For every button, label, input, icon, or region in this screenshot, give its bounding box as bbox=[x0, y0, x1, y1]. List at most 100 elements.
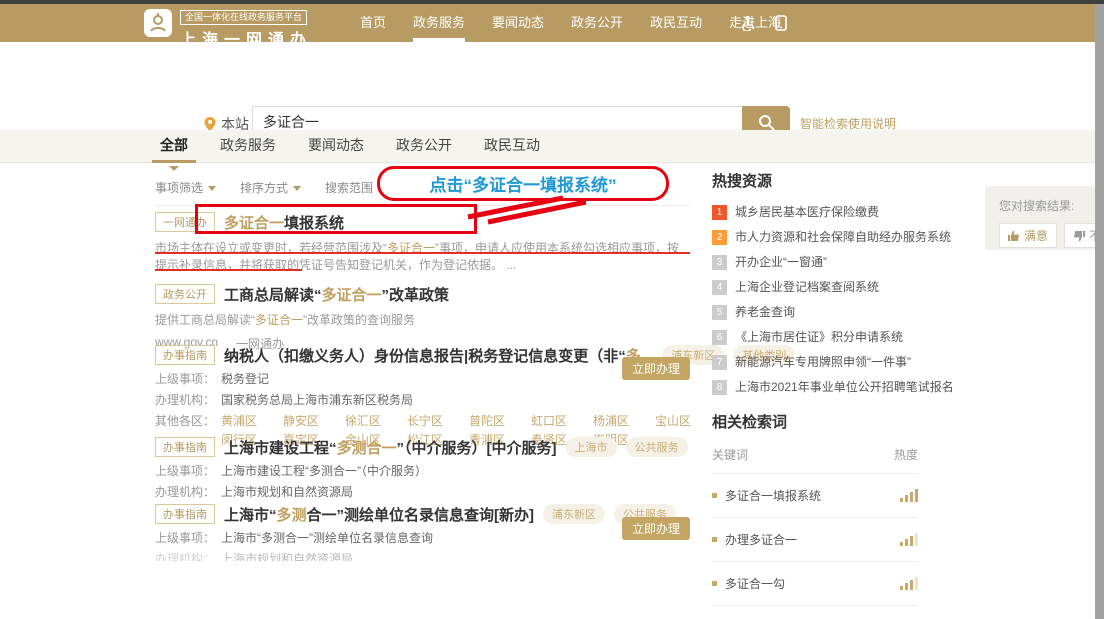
window-right-edge bbox=[1095, 4, 1104, 619]
rank-badge: 5 bbox=[712, 305, 727, 320]
district-link[interactable]: 长宁区 bbox=[407, 414, 469, 429]
district-link[interactable]: 普陀区 bbox=[469, 414, 531, 429]
title-highlight: 多测合一 bbox=[337, 440, 397, 457]
result-item-survey-directory: 办事指南 上海市“多测合一”测绘单位名录信息查询[新办] 浦东新区 公共服务 立… bbox=[155, 503, 690, 561]
mobile-icon[interactable] bbox=[775, 15, 787, 31]
nav-item-news[interactable]: 要闻动态 bbox=[492, 4, 544, 42]
filter-item-category[interactable]: 事项筛选 bbox=[155, 179, 216, 196]
handle-now-button[interactable]: 立即办理 bbox=[622, 357, 690, 380]
title-rest: ”（中介服务）[中介服务] bbox=[397, 440, 557, 457]
feedback-dislike-button[interactable]: 不满意 bbox=[1064, 223, 1096, 248]
result-tag[interactable]: 办事指南 bbox=[155, 345, 215, 365]
related-term-row[interactable]: 多证合一填报系统 bbox=[712, 474, 918, 518]
related-term-row[interactable]: 办理多证合一 bbox=[712, 518, 918, 562]
annotation-highlight-box bbox=[195, 204, 477, 234]
related-term-label: 办理多证合一 bbox=[725, 531, 797, 548]
district-link[interactable]: 虹口区 bbox=[531, 414, 593, 429]
related-term-row[interactable]: 多证合一勾 bbox=[712, 562, 918, 606]
result-title-link[interactable]: 工商总局解读“多证合一”改革政策 bbox=[224, 284, 449, 305]
rank-badge: 7 bbox=[712, 355, 727, 370]
title-rest: 上海市“ bbox=[224, 507, 277, 524]
feedback-prompt: 您对搜索结果: bbox=[999, 197, 1096, 214]
hot-resources-title: 热搜资源 bbox=[712, 170, 918, 191]
browser-viewport: 全国一体化在线政务服务平台 上海一网通办 首页 政务服务 要闻动态 政务公开 政… bbox=[0, 0, 1104, 619]
rank-badge: 1 bbox=[712, 205, 727, 220]
district-link[interactable]: 黄浦区 bbox=[221, 414, 283, 429]
district-link[interactable]: 徐汇区 bbox=[345, 414, 407, 429]
hot-resource-item[interactable]: 3 开办企业“一窗通” bbox=[712, 255, 918, 270]
hot-resource-label: 《上海市居住证》积分申请系统 bbox=[735, 330, 903, 345]
tab-interaction[interactable]: 政民互动 bbox=[484, 130, 540, 163]
related-terms-title: 相关检索词 bbox=[712, 411, 918, 432]
title-rest: 上海市建设工程“ bbox=[224, 440, 337, 457]
hot-resource-label: 新能源汽车专用牌照申领“一件事” bbox=[735, 355, 911, 370]
nav-item-home[interactable]: 首页 bbox=[360, 4, 386, 42]
district-links-row: 黄浦区 静安区 徐汇区 长宁区 普陀区 虹口区 杨浦区 宝山区 bbox=[221, 414, 717, 429]
result-category-tabs: 全部 政务服务 要闻动态 政务公开 政民互动 bbox=[0, 130, 1104, 163]
heat-bars-icon bbox=[900, 577, 918, 590]
nav-item-gov-services[interactable]: 政务服务 bbox=[413, 4, 465, 42]
hot-resource-item[interactable]: 6 《上海市居住证》积分申请系统 bbox=[712, 330, 918, 345]
site-title: 上海一网通办 bbox=[180, 26, 312, 50]
result-item-policy-interpretation: 政务公开 工商总局解读“多证合一”改革政策 提供工商总局解读“多证合一”改革政策… bbox=[155, 283, 690, 352]
agency-field-clipped: 办理机构： 上海市规划和自然资源局 bbox=[155, 552, 690, 561]
related-term-label: 多证合一填报系统 bbox=[725, 487, 821, 504]
heat-bars-icon bbox=[900, 533, 918, 546]
related-terms-header: 关键词 热度 bbox=[712, 446, 918, 474]
annotation-underline bbox=[155, 252, 690, 254]
result-title-link[interactable]: 上海市“多测合一”测绘单位名录信息查询[新办] bbox=[224, 504, 534, 525]
filter-sort-order[interactable]: 排序方式 bbox=[240, 179, 301, 196]
result-title-link[interactable]: 纳税人（扣缴义务人）身份信息报告|税务登记信息变更（非“多... bbox=[224, 345, 653, 366]
hot-resource-item[interactable]: 2 市人力资源和社会保障自助经办服务系统 bbox=[712, 230, 918, 245]
filter-label: 事项筛选 bbox=[155, 179, 203, 196]
tab-all[interactable]: 全部 bbox=[160, 130, 188, 163]
result-tag[interactable]: 办事指南 bbox=[155, 437, 215, 457]
thumb-up-icon bbox=[1008, 230, 1020, 242]
tab-gov-disclosure[interactable]: 政务公开 bbox=[396, 130, 452, 163]
hot-resources-panel: 热搜资源 1 城乡居民基本医疗保险缴费 2 市人力资源和社会保障自助经办服务系统… bbox=[712, 170, 918, 606]
header-icons bbox=[740, 4, 787, 42]
rank-badge: 3 bbox=[712, 255, 727, 270]
category-pill: 公共服务 bbox=[626, 437, 688, 457]
hot-resource-item[interactable]: 1 城乡居民基本医疗保险缴费 bbox=[712, 205, 918, 220]
result-tag[interactable]: 政务公开 bbox=[155, 284, 215, 304]
district-pill: 上海市 bbox=[566, 437, 617, 457]
nav-item-gov-disclosure[interactable]: 政务公开 bbox=[571, 4, 623, 42]
hot-resource-label: 上海市2021年事业单位公开招聘笔试报名 bbox=[735, 380, 954, 395]
title-highlight: 多测 bbox=[277, 507, 307, 524]
result-title-link[interactable]: 上海市建设工程“多测合一”（中介服务）[中介服务] bbox=[224, 437, 557, 458]
nav-item-interaction[interactable]: 政民互动 bbox=[650, 4, 702, 42]
title-rest: ”改革政策 bbox=[382, 287, 450, 304]
hot-resource-item[interactable]: 8 上海市2021年事业单位公开招聘笔试报名 bbox=[712, 380, 918, 395]
hot-resource-label: 上海企业登记档案查阅系统 bbox=[735, 280, 879, 295]
parent-item-field: 上级事项： 税务登记 bbox=[155, 372, 690, 387]
handle-now-button[interactable]: 立即办理 bbox=[622, 517, 690, 540]
tab-news[interactable]: 要闻动态 bbox=[308, 130, 364, 163]
hot-resource-label: 养老金查询 bbox=[735, 305, 795, 320]
tab-gov-services[interactable]: 政务服务 bbox=[220, 130, 276, 163]
rank-badge: 8 bbox=[712, 380, 727, 395]
result-item-tax-registration: 办事指南 纳税人（扣缴义务人）身份信息报告|税务登记信息变更（非“多... 浦东… bbox=[155, 344, 690, 448]
heat-bars-icon bbox=[900, 489, 918, 502]
related-terms-panel: 相关检索词 关键词 热度 多证合一填报系统 办理多证合一 多证合一勾 bbox=[712, 411, 918, 606]
related-term-label: 多证合一勾 bbox=[725, 575, 785, 592]
hot-resource-item[interactable]: 5 养老金查询 bbox=[712, 305, 918, 320]
filter-label: 搜索范围 bbox=[325, 179, 373, 196]
annotation-arrow bbox=[440, 193, 610, 233]
result-tag[interactable]: 办事指南 bbox=[155, 504, 215, 524]
parent-item-field: 上级事项： 上海市“多测合一”测绘单位名录信息查询 bbox=[155, 531, 690, 546]
feedback-like-button[interactable]: 满意 bbox=[999, 223, 1057, 248]
hot-resource-item[interactable]: 4 上海企业登记档案查阅系统 bbox=[712, 280, 918, 295]
results-column: 事项筛选 排序方式 搜索范围 时间范围 一网通办 多证合一填报系统 市场主体在设… bbox=[155, 0, 690, 619]
hot-resource-item[interactable]: 7 新能源汽车专用牌照申领“一件事” bbox=[712, 355, 918, 370]
district-link[interactable]: 宝山区 bbox=[655, 414, 717, 429]
site-logo[interactable] bbox=[144, 9, 172, 37]
site-brand: 全国一体化在线政务服务平台 上海一网通办 bbox=[180, 7, 312, 50]
annotation-underline bbox=[155, 269, 302, 271]
thumb-down-icon bbox=[1073, 230, 1085, 242]
district-link[interactable]: 静安区 bbox=[283, 414, 345, 429]
bullet-icon bbox=[712, 581, 717, 586]
accessibility-icon[interactable] bbox=[740, 16, 755, 31]
rank-badge: 6 bbox=[712, 330, 727, 345]
district-link[interactable]: 杨浦区 bbox=[593, 414, 655, 429]
